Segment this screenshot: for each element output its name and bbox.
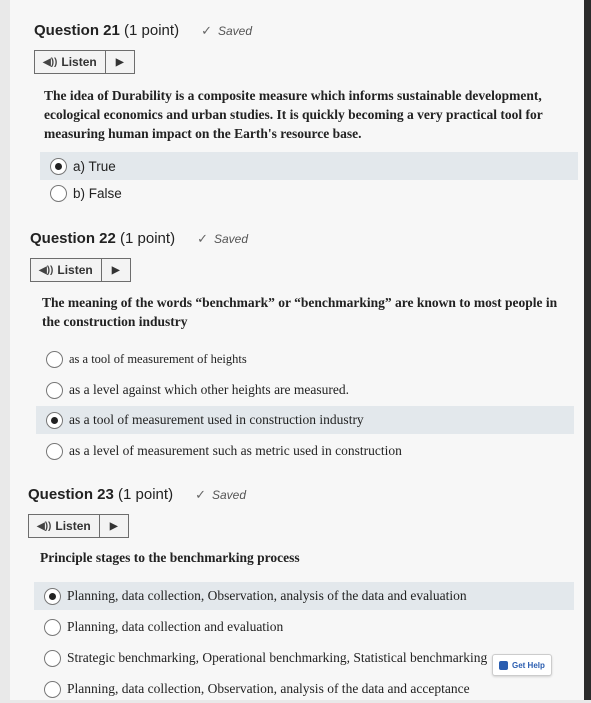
question-title: Question 21 (1 point) xyxy=(34,22,180,39)
listen-control[interactable]: ◀)) Listen ▶ xyxy=(30,258,131,282)
quiz-page: Question 21 (1 point) ✓ Saved ◀)) Listen ▶… xyxy=(10,0,584,700)
radio-button[interactable] xyxy=(44,618,61,636)
radio-button[interactable] xyxy=(50,184,67,202)
play-icon[interactable]: ▶ xyxy=(106,51,134,73)
saved-status: ✓ Saved xyxy=(195,486,246,502)
question-22-header: Question 22 (1 point) ✓ Saved xyxy=(30,230,248,247)
question-text: The idea of Durability is a composite me… xyxy=(44,88,543,141)
answer-option[interactable]: as a level of measurement such as metric… xyxy=(36,437,574,465)
answer-option[interactable]: a) True xyxy=(40,152,578,180)
radio-button[interactable] xyxy=(44,649,61,667)
listen-control[interactable]: ◀)) Listen ▶ xyxy=(28,514,129,538)
radio-button[interactable] xyxy=(46,350,63,368)
question-title: Question 23 (1 point) xyxy=(28,486,174,503)
question-text: The meaning of the words “benchmark” or … xyxy=(42,295,558,329)
answer-option[interactable]: as a level against which other heights a… xyxy=(36,376,574,404)
get-help-button[interactable]: Get Help xyxy=(492,654,552,676)
answer-option[interactable]: b) False xyxy=(40,179,578,207)
saved-status: ✓ Saved xyxy=(197,230,248,246)
radio-button[interactable] xyxy=(44,587,61,605)
answer-option[interactable]: as a tool of measurement of heights xyxy=(36,345,574,373)
check-icon: ✓ xyxy=(195,486,206,502)
answer-option[interactable]: Planning, data collection, Observation, … xyxy=(34,675,504,703)
answer-option[interactable]: Planning, data collection, Observation, … xyxy=(34,582,574,610)
check-icon: ✓ xyxy=(197,230,208,246)
answer-option[interactable]: as a tool of measurement used in constru… xyxy=(36,406,574,434)
question-21-header: Question 21 (1 point) ✓ Saved xyxy=(34,22,252,39)
play-icon[interactable]: ▶ xyxy=(102,259,130,281)
answer-option[interactable]: Strategic benchmarking, Operational benc… xyxy=(34,644,494,672)
play-icon[interactable]: ▶ xyxy=(100,515,128,537)
saved-status: ✓ Saved xyxy=(201,22,252,38)
listen-button[interactable]: ◀)) Listen xyxy=(29,515,100,537)
question-23-header: Question 23 (1 point) ✓ Saved xyxy=(28,486,246,503)
check-icon: ✓ xyxy=(201,22,212,38)
question-title: Question 22 (1 point) xyxy=(30,230,176,247)
listen-button[interactable]: ◀)) Listen xyxy=(35,51,106,73)
speaker-icon: ◀)) xyxy=(39,264,54,276)
window-edge xyxy=(584,0,591,700)
radio-button[interactable] xyxy=(44,680,61,698)
listen-control[interactable]: ◀)) Listen ▶ xyxy=(34,50,135,74)
radio-button[interactable] xyxy=(46,381,63,399)
speaker-icon: ◀)) xyxy=(37,520,52,532)
listen-button[interactable]: ◀)) Listen xyxy=(31,259,102,281)
radio-button[interactable] xyxy=(50,157,67,175)
speaker-icon: ◀)) xyxy=(43,56,58,68)
radio-button[interactable] xyxy=(46,442,63,460)
answer-option[interactable]: Planning, data collection and evaluation xyxy=(34,613,574,641)
chat-icon xyxy=(499,660,508,670)
question-text: Principle stages to the benchmarking pro… xyxy=(40,550,300,565)
radio-button[interactable] xyxy=(46,411,63,429)
